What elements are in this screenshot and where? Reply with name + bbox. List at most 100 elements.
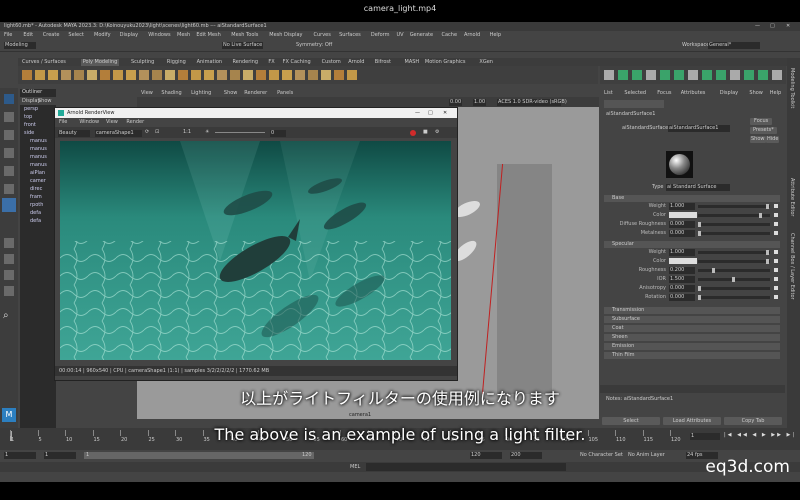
- color-swatch[interactable]: [669, 258, 697, 264]
- shelf-tab[interactable]: Sculpting: [129, 59, 156, 66]
- attr-value-field[interactable]: 0.000: [669, 221, 695, 228]
- node-name-field[interactable]: aiStandardSurface1: [668, 125, 730, 132]
- arnold-shelf-icon[interactable]: [688, 70, 698, 80]
- range-start-field[interactable]: 1: [4, 452, 36, 459]
- minimize-button[interactable]: —: [755, 24, 760, 29]
- attr-menu-item[interactable]: List: [604, 91, 613, 96]
- rv-minimize-button[interactable]: —: [415, 111, 420, 116]
- shelf-tab[interactable]: FX: [266, 59, 276, 66]
- menu-item[interactable]: Create: [43, 33, 60, 38]
- arnold-shelf-icon[interactable]: [730, 70, 740, 80]
- viewport-menu-item[interactable]: Show: [224, 91, 238, 96]
- material-swatch[interactable]: [666, 151, 693, 178]
- close-button[interactable]: ✕: [786, 24, 790, 29]
- colorspace-select[interactable]: ACES 1.0 SDR-video (sRGB): [497, 99, 567, 106]
- select-button[interactable]: Select: [602, 417, 660, 425]
- attr-slider[interactable]: [698, 286, 770, 291]
- crop-icon[interactable]: ⊡: [155, 130, 159, 135]
- range-bar[interactable]: 1 120: [84, 452, 314, 459]
- shelf-tool-icon[interactable]: [152, 70, 162, 80]
- shelf-tool-icon[interactable]: [243, 70, 253, 80]
- attr-value-field[interactable]: 0.000: [669, 230, 695, 237]
- viewport-menu-item[interactable]: Renderer: [244, 91, 267, 96]
- attr-collapsed-section[interactable]: Coat: [604, 325, 780, 332]
- shelf-tool-icon[interactable]: [22, 70, 32, 80]
- shelf-tool-icon[interactable]: [48, 70, 58, 80]
- character-set[interactable]: No Character Set: [580, 453, 623, 458]
- symmetry-select[interactable]: Symmetry: Off: [296, 43, 332, 48]
- search-icon[interactable]: ⌕: [3, 310, 15, 322]
- render-view-menu-item[interactable]: Render: [126, 120, 144, 125]
- shelf-tool-icon[interactable]: [126, 70, 136, 80]
- playback-start-field[interactable]: 1: [44, 452, 76, 459]
- attr-slider[interactable]: [698, 204, 770, 209]
- keyframe-icon[interactable]: [774, 213, 778, 217]
- shelf-tool-icon[interactable]: [230, 70, 240, 80]
- render-view-menu-item[interactable]: View: [106, 120, 118, 125]
- shelf-tab[interactable]: Custom: [320, 59, 343, 66]
- menu-item[interactable]: Help: [490, 33, 501, 38]
- viewport-menu-item[interactable]: Lighting: [191, 91, 211, 96]
- attr-value-field[interactable]: 0.000: [669, 285, 695, 292]
- menu-item[interactable]: Generate: [410, 33, 433, 38]
- slider-handle[interactable]: [698, 222, 701, 227]
- copy-tab-button[interactable]: Copy Tab: [724, 417, 782, 425]
- render-image[interactable]: [60, 141, 451, 360]
- attr-section-header[interactable]: Specular: [604, 241, 780, 248]
- attr-value-field[interactable]: 0.200: [669, 267, 695, 274]
- keyframe-icon[interactable]: [774, 259, 778, 263]
- shelf-tool-icon[interactable]: [217, 70, 227, 80]
- attr-menu-item[interactable]: Attributes: [681, 91, 706, 96]
- attr-value-field[interactable]: 1.500: [669, 276, 695, 283]
- layout-two-icon[interactable]: [4, 270, 14, 280]
- arnold-shelf-icon[interactable]: [772, 70, 782, 80]
- range-end-field[interactable]: 200: [510, 452, 542, 459]
- arnold-shelf-icon[interactable]: [632, 70, 642, 80]
- attr-slider[interactable]: [698, 277, 770, 282]
- arnold-shelf-icon[interactable]: [674, 70, 684, 80]
- anim-layer[interactable]: No Anim Layer: [628, 453, 665, 458]
- shelf-tab[interactable]: Motion Graphics: [423, 59, 468, 66]
- attr-slider[interactable]: [698, 259, 770, 264]
- select-tool-icon[interactable]: [4, 94, 14, 104]
- shelf-tool-icon[interactable]: [256, 70, 266, 80]
- tab-modeling-toolkit[interactable]: Modeling Toolkit: [789, 68, 795, 108]
- scale-tool-icon[interactable]: [4, 184, 14, 194]
- attr-section-header[interactable]: Base: [604, 195, 780, 202]
- ratio-label[interactable]: 1:1: [183, 130, 191, 135]
- arnold-shelf-icon[interactable]: [758, 70, 768, 80]
- arnold-shelf-icon[interactable]: [618, 70, 628, 80]
- viewport-menu-item[interactable]: Panels: [277, 91, 293, 96]
- shelf-tool-icon[interactable]: [269, 70, 279, 80]
- camera-select[interactable]: cameraShape1: [95, 130, 142, 137]
- slider-handle[interactable]: [698, 295, 701, 300]
- lasso-tool-icon[interactable]: [4, 112, 14, 122]
- keyframe-icon[interactable]: [774, 250, 778, 254]
- exposure-field[interactable]: 0.00: [449, 99, 463, 106]
- render-view-menu-item[interactable]: Window: [79, 120, 99, 125]
- load-attributes-button[interactable]: Load Attributes: [663, 417, 721, 425]
- keyframe-icon[interactable]: [774, 204, 778, 208]
- refresh-icon[interactable]: ⟳: [145, 130, 149, 135]
- shelf-tool-icon[interactable]: [35, 70, 45, 80]
- settings-gear-icon[interactable]: ⚙: [435, 130, 439, 135]
- shelf-tab[interactable]: Bifrost: [373, 59, 393, 66]
- focus-button[interactable]: Focus: [750, 118, 773, 125]
- menu-item[interactable]: Curves: [314, 33, 331, 38]
- attr-slider[interactable]: [698, 222, 770, 227]
- slider-handle[interactable]: [711, 268, 715, 273]
- shelf-tool-icon[interactable]: [74, 70, 84, 80]
- color-swatch[interactable]: [669, 212, 697, 218]
- shelf-tool-icon[interactable]: [321, 70, 331, 80]
- menu-item[interactable]: File: [4, 33, 12, 38]
- attr-menu-item[interactable]: Display: [720, 91, 738, 96]
- menu-item[interactable]: Display: [120, 33, 138, 38]
- shelf-tool-icon[interactable]: [178, 70, 188, 80]
- menu-item[interactable]: UV: [397, 33, 404, 38]
- shelf-tool-icon[interactable]: [113, 70, 123, 80]
- aov-select[interactable]: Beauty: [58, 130, 90, 137]
- layout-outliner-icon[interactable]: [4, 286, 14, 296]
- attr-slider[interactable]: [698, 268, 770, 273]
- shelf-tool-icon[interactable]: [308, 70, 318, 80]
- shelf-tab[interactable]: Poly Modeling: [80, 59, 120, 66]
